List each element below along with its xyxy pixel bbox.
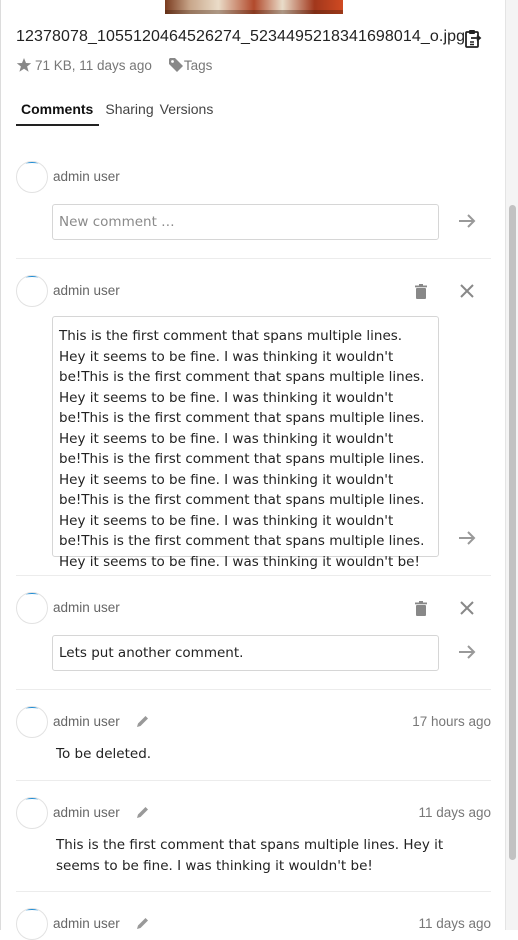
comment-text: To be deleted. — [56, 746, 152, 762]
send-arrow-icon[interactable] — [457, 644, 477, 660]
avatar — [16, 706, 48, 738]
pencil-icon[interactable] — [134, 805, 150, 821]
comment-author: admin user — [53, 916, 120, 931]
send-arrow-icon[interactable] — [457, 213, 477, 229]
comment-author: admin user — [53, 714, 120, 729]
image-preview[interactable] — [165, 0, 343, 14]
file-size-date: 71 KB, 11 days ago — [35, 57, 152, 73]
comment-author: admin user — [53, 169, 120, 184]
trash-icon[interactable] — [413, 600, 429, 616]
new-comment-input[interactable]: New comment … — [52, 204, 439, 240]
comment-author: admin user — [53, 600, 120, 615]
avatar — [16, 908, 48, 940]
edit-comment-input[interactable]: This is the first comment that spans mul… — [52, 316, 439, 570]
comment-author: admin user — [53, 283, 120, 298]
send-arrow-icon[interactable] — [457, 530, 477, 546]
tab-comments[interactable]: Comments — [16, 99, 100, 126]
avatar — [16, 161, 48, 193]
comment-text: This is the first comment that spans mul… — [56, 837, 444, 874]
tab-bar: Comments Sharing Versions — [16, 99, 219, 126]
divider — [16, 575, 491, 576]
comment-time: 17 hours ago — [412, 714, 491, 729]
clipboard-icon[interactable] — [464, 29, 482, 49]
avatar — [16, 275, 48, 307]
comment-time: 11 days ago — [418, 805, 491, 820]
pencil-icon[interactable] — [134, 714, 150, 730]
comment-time: 11 days ago — [418, 916, 491, 931]
avatar — [16, 797, 48, 829]
tags-link[interactable]: Tags — [184, 58, 213, 73]
scrollbar[interactable] — [505, 0, 518, 930]
trash-icon[interactable] — [413, 283, 429, 299]
scrollbar-thumb[interactable] — [509, 205, 516, 860]
file-meta: 71 KB, 11 days ago Tags — [16, 57, 212, 73]
file-name: 12378078_1055120464526274_52344952183416… — [16, 28, 466, 45]
close-icon[interactable] — [459, 600, 475, 616]
divider — [16, 891, 491, 892]
divider — [16, 780, 491, 781]
star-icon[interactable] — [16, 57, 32, 73]
close-icon[interactable] — [459, 283, 475, 299]
comment-author: admin user — [53, 805, 120, 820]
edit-comment-input[interactable]: Lets put another comment. — [52, 635, 439, 671]
tab-sharing[interactable]: Sharing — [105, 99, 153, 126]
panel-edge — [0, 0, 1, 930]
avatar — [16, 592, 48, 624]
tag-icon[interactable] — [168, 57, 184, 73]
tab-versions[interactable]: Versions — [160, 99, 214, 126]
divider — [16, 258, 491, 259]
divider — [16, 689, 491, 690]
